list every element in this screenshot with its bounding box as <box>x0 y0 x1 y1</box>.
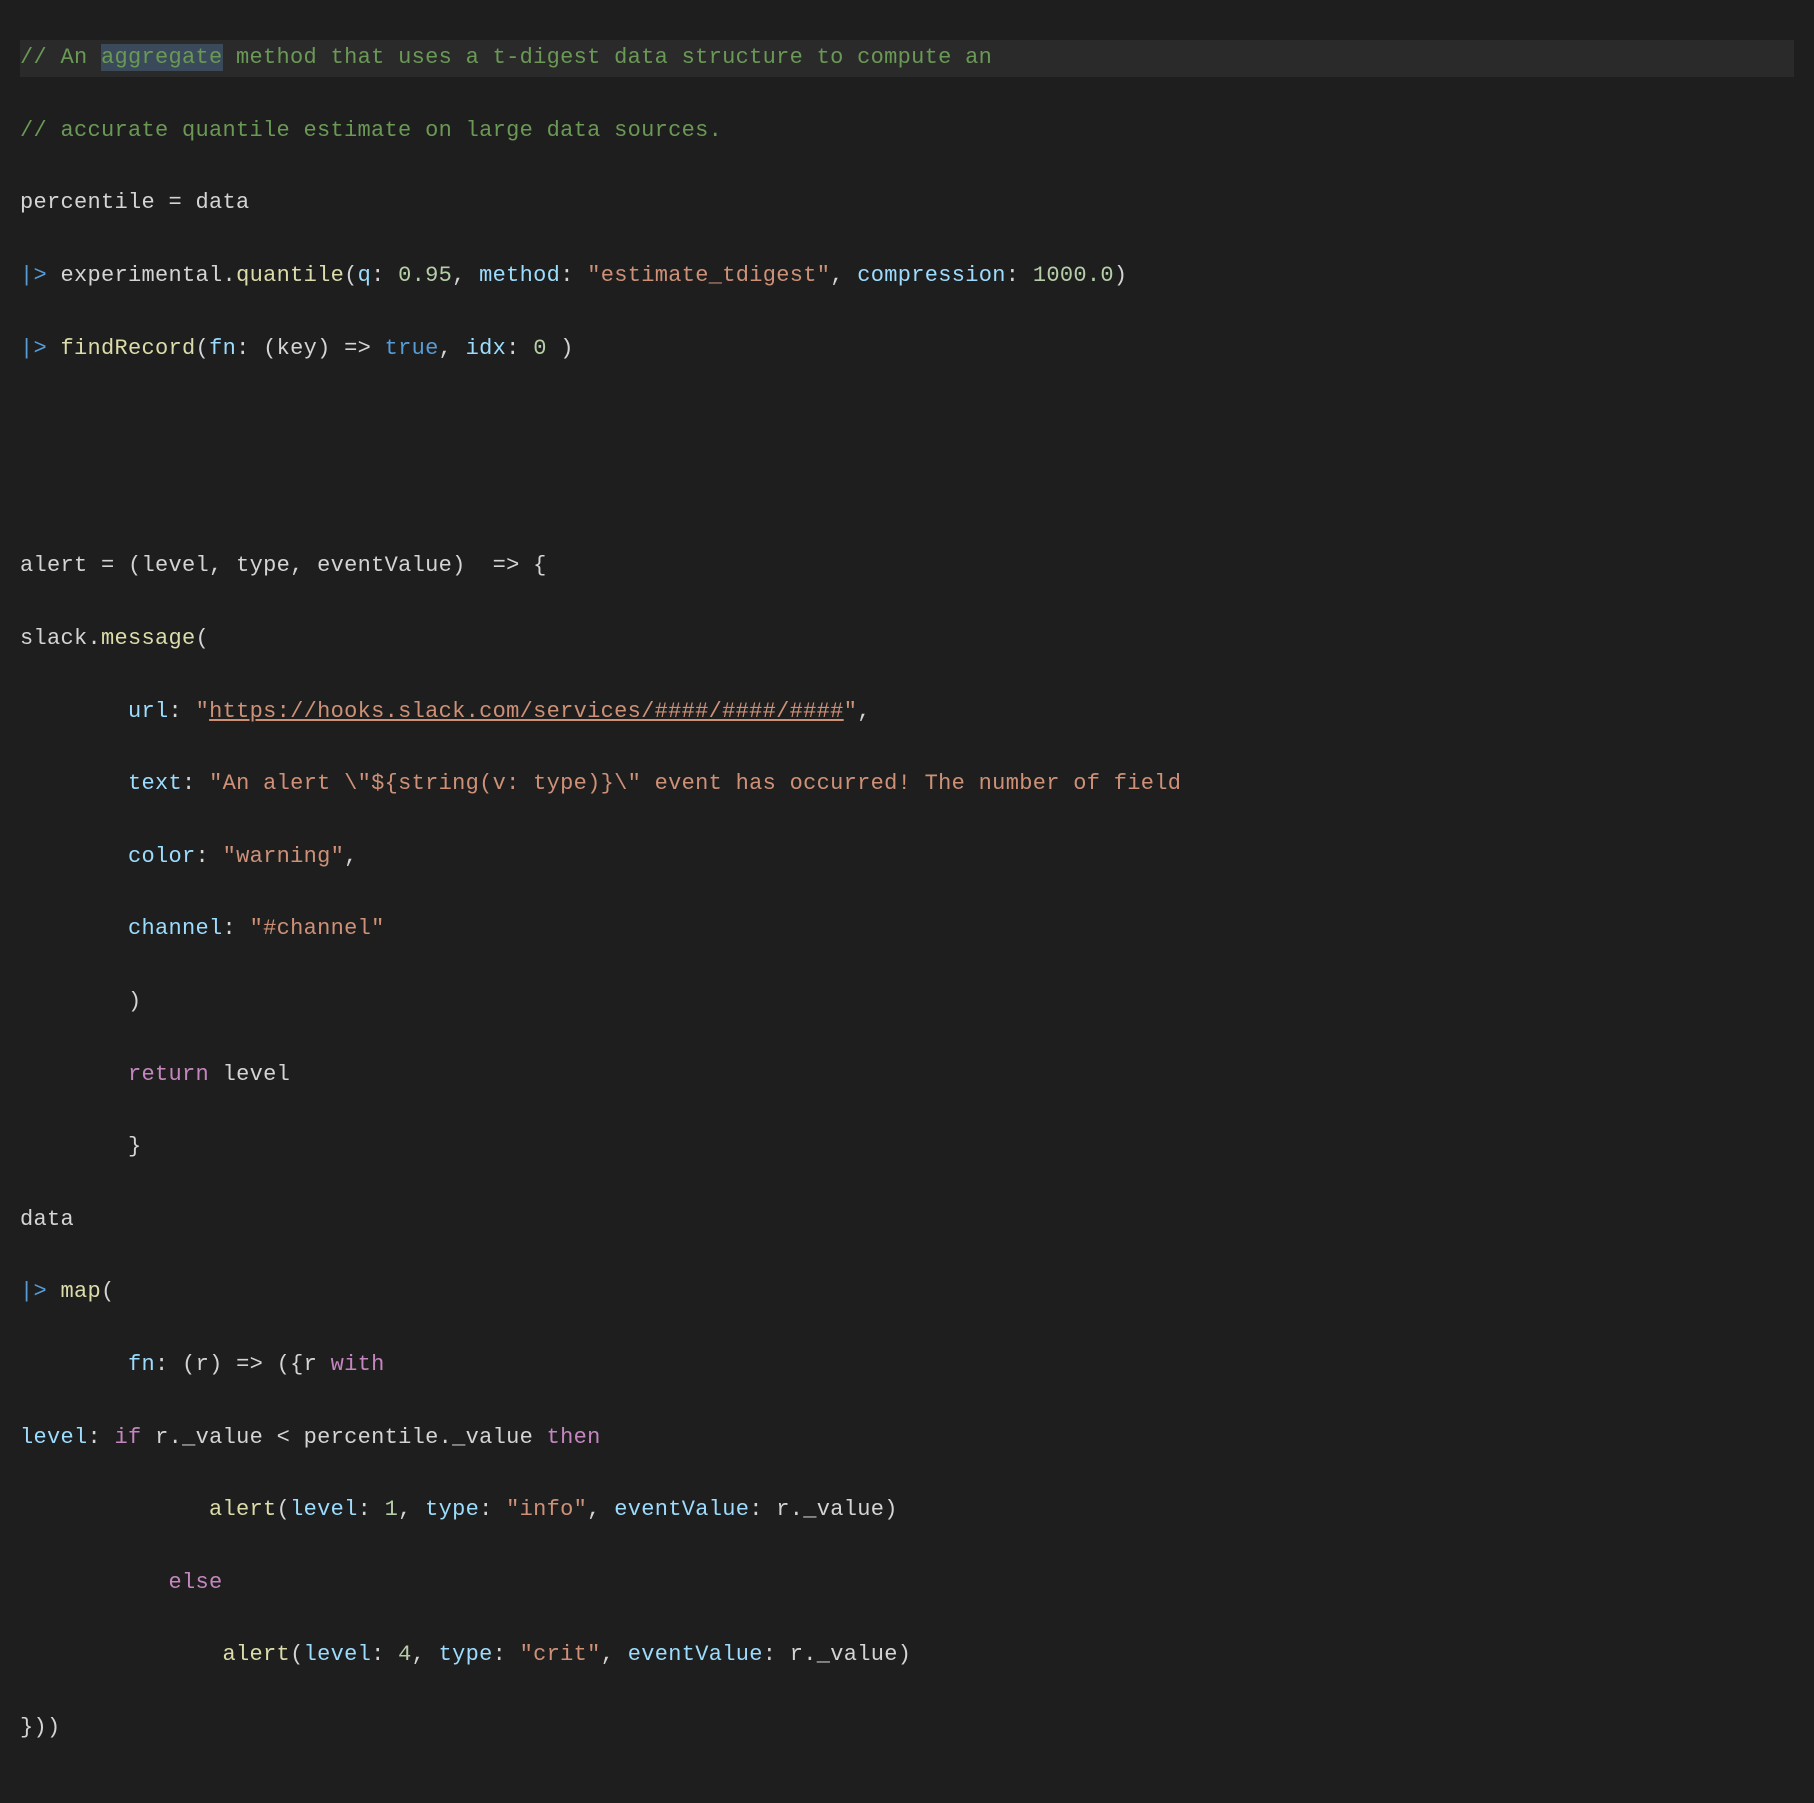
code-line[interactable]: channel: "#channel" <box>20 911 1794 947</box>
code-line[interactable]: })) <box>20 1710 1794 1746</box>
code-line[interactable]: color: "warning", <box>20 839 1794 875</box>
code-line[interactable]: return level <box>20 1057 1794 1093</box>
return-keyword: return <box>128 1062 209 1087</box>
code-line[interactable]: // An aggregate method that uses a t-dig… <box>20 40 1794 76</box>
variable: percentile <box>20 190 155 215</box>
function-call: quantile <box>236 263 344 288</box>
code-line[interactable]: slack.message( <box>20 621 1794 657</box>
if-keyword: if <box>115 1425 142 1450</box>
code-line[interactable] <box>20 403 1794 439</box>
code-line[interactable]: // accurate quantile estimate on large d… <box>20 113 1794 149</box>
code-line[interactable]: data <box>20 1202 1794 1238</box>
code-line[interactable]: percentile = data <box>20 185 1794 221</box>
code-line[interactable]: } <box>20 1129 1794 1165</box>
variable: alert <box>20 553 88 578</box>
code-line[interactable]: |> experimental.quantile(q: 0.95, method… <box>20 258 1794 294</box>
selected-text: aggregate <box>101 44 223 71</box>
function-call: message <box>101 626 196 651</box>
code-line[interactable]: level: if r._value < percentile._value t… <box>20 1420 1794 1456</box>
code-line[interactable] <box>20 476 1794 512</box>
code-line[interactable]: text: "An alert \"${string(v: type)}\" e… <box>20 766 1794 802</box>
code-line[interactable]: alert(level: 1, type: "info", eventValue… <box>20 1492 1794 1528</box>
code-editor[interactable]: // An aggregate method that uses a t-dig… <box>20 4 1794 1783</box>
url-string: https://hooks.slack.com/services/####/##… <box>209 699 844 724</box>
function-call: alert <box>223 1642 291 1667</box>
code-line[interactable]: alert(level: 4, type: "crit", eventValue… <box>20 1637 1794 1673</box>
code-line[interactable]: fn: (r) => ({r with <box>20 1347 1794 1383</box>
function-call: map <box>61 1279 102 1304</box>
code-line[interactable]: alert = (level, type, eventValue) => { <box>20 548 1794 584</box>
then-keyword: then <box>547 1425 601 1450</box>
comment-text: // accurate quantile estimate on large d… <box>20 118 722 143</box>
function-call: findRecord <box>61 336 196 361</box>
pipe-operator: |> <box>20 263 61 288</box>
function-call: alert <box>209 1497 277 1522</box>
code-line[interactable]: else <box>20 1565 1794 1601</box>
comment-text: // An <box>20 45 101 70</box>
pipe-operator: |> <box>20 1279 61 1304</box>
code-line[interactable]: |> findRecord(fn: (key) => true, idx: 0 … <box>20 331 1794 367</box>
code-line[interactable]: url: "https://hooks.slack.com/services/#… <box>20 694 1794 730</box>
pipe-operator: |> <box>20 336 61 361</box>
code-line[interactable]: ) <box>20 984 1794 1020</box>
comment-text: method that uses a t-digest data structu… <box>223 45 993 70</box>
else-keyword: else <box>169 1570 223 1595</box>
